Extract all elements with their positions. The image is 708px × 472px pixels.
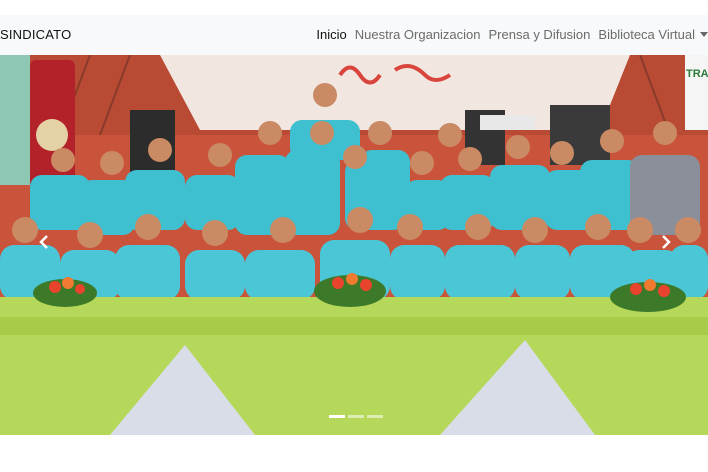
nav-dropdown-biblioteca-virtual[interactable]: Biblioteca Virtual (598, 27, 708, 42)
nav-links: Inicio Nuestra Organizacion Prensa y Dif… (308, 27, 708, 42)
chevron-left-icon (39, 235, 48, 249)
nav-link-nuestra-organizacion[interactable]: Nuestra Organizacion (355, 27, 481, 42)
banner-text: TRA (686, 68, 708, 80)
navbar: SINDICATO Inicio Nuestra Organizacion Pr… (0, 15, 708, 55)
carousel-next-button[interactable] (656, 230, 676, 254)
nav-link-biblioteca-virtual: Biblioteca Virtual (598, 27, 695, 42)
nav-link-prensa-difusion[interactable]: Prensa y Difusion (489, 27, 591, 42)
chevron-right-icon (662, 235, 671, 249)
carousel-indicator-3[interactable] (367, 415, 383, 418)
carousel-indicator-1[interactable] (329, 415, 345, 418)
group-photo: TRA (0, 55, 708, 435)
carousel-prev-button[interactable] (34, 230, 54, 254)
carousel-indicator-2[interactable] (348, 415, 364, 418)
carousel-indicators (329, 415, 386, 418)
brand-logo[interactable]: SINDICATO (0, 27, 71, 42)
caret-down-icon (700, 32, 708, 37)
hero-carousel: TRA (0, 55, 708, 435)
nav-link-inicio[interactable]: Inicio (316, 27, 346, 42)
